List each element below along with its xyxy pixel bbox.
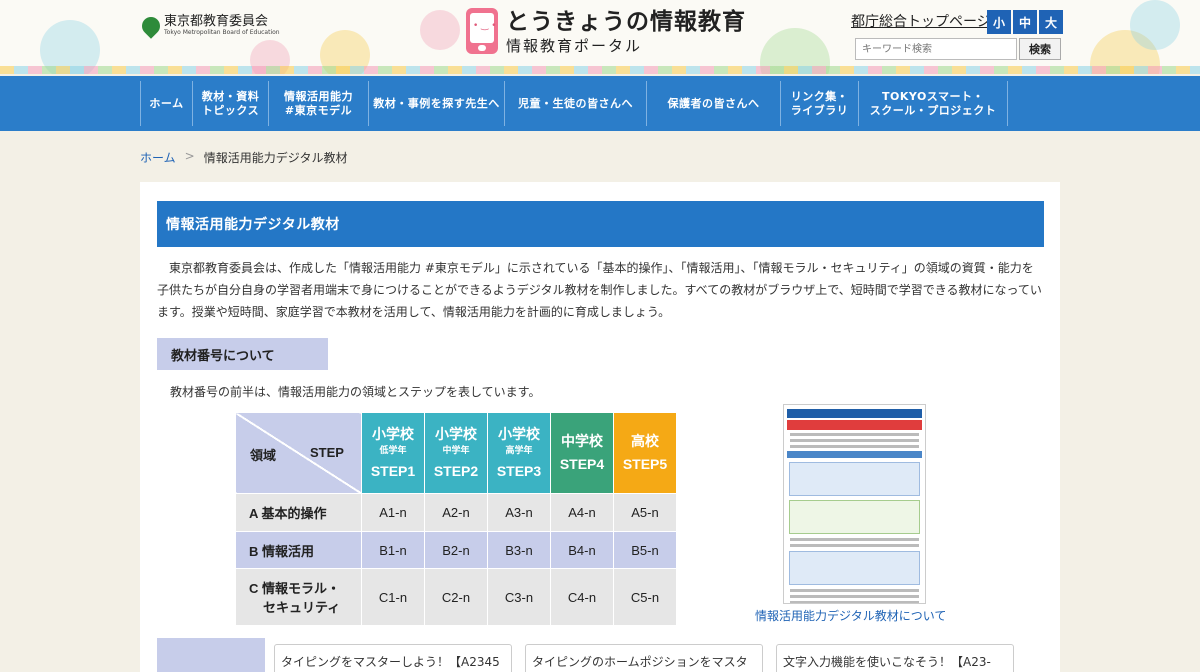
- step-grade: 中学年: [442, 445, 470, 455]
- main-content: 情報活用能力デジタル教材 東京都教育委員会は、作成した「情報活用能力 #東京モデ…: [140, 182, 1060, 672]
- step-school: 高校: [631, 433, 659, 449]
- board-name-en: Tokyo Metropolitan Board of Education: [164, 29, 280, 36]
- breadcrumb-separator: >: [184, 149, 195, 163]
- table-cell: C3-n: [487, 568, 551, 626]
- table-corner-cell: 領域 STEP: [235, 412, 362, 494]
- table-cell: C4-n: [550, 568, 614, 626]
- table-cell: B1-n: [361, 531, 425, 569]
- table-cell: A3-n: [487, 493, 551, 532]
- tokyo-emblem-icon: [138, 13, 164, 39]
- material-card-text-input[interactable]: 文字入力機能を使いこなそう！【A23-: [776, 644, 1014, 672]
- step-grade: 低学年: [379, 445, 407, 455]
- flyer-link[interactable]: 情報活用能力デジタル教材について: [755, 607, 946, 624]
- step-label: STEP3: [496, 463, 542, 479]
- table-cell: B2-n: [424, 531, 488, 569]
- nav-item-materials-topics[interactable]: 教材・資料 トピックス: [192, 81, 268, 126]
- site-logo[interactable]: • ‿ • とうきょうの情報教育 情報教育ポータル: [466, 8, 746, 56]
- font-size-medium-button[interactable]: 中: [1013, 10, 1037, 34]
- table-cell: A5-n: [613, 493, 677, 532]
- font-size-small-button[interactable]: 小: [987, 10, 1011, 34]
- step-table: 領域 STEP 小学校 低学年 STEP1 小学校 中学年 STEP2 小学校 …: [235, 412, 677, 626]
- page-title: 情報活用能力デジタル教材: [157, 201, 1044, 247]
- category-label-box: [157, 638, 265, 672]
- nav-item-tokyo-smart-school[interactable]: TOKYOスマート・ スクール・プロジェクト: [858, 81, 1008, 126]
- corner-step-label: STEP: [310, 445, 344, 460]
- section-heading: 教材番号について: [157, 338, 328, 370]
- nav-item-home[interactable]: ホーム: [140, 81, 192, 126]
- step-header-4: 中学校 STEP4: [550, 412, 614, 494]
- table-cell: A1-n: [361, 493, 425, 532]
- table-cell: A2-n: [424, 493, 488, 532]
- step-header-5: 高校 STEP5: [613, 412, 677, 494]
- step-header-1: 小学校 低学年 STEP1: [361, 412, 425, 494]
- table-cell: B5-n: [613, 531, 677, 569]
- material-card-home-position[interactable]: タイピングのホームポジションをマスタ: [525, 644, 763, 672]
- step-school: 小学校: [498, 426, 540, 442]
- global-nav: ホーム 教材・資料 トピックス 情報活用能力 #東京モデル 教材・事例を探す先生…: [0, 76, 1200, 131]
- step-school: 中学校: [561, 433, 603, 449]
- breadcrumb-home-link[interactable]: ホーム: [140, 149, 176, 166]
- site-title: とうきょうの情報教育: [506, 9, 746, 35]
- table-cell: C5-n: [613, 568, 677, 626]
- corner-domain-label: 領域: [250, 448, 277, 463]
- breadcrumb: ホーム > 情報活用能力デジタル教材: [140, 149, 347, 166]
- row-header-c: C 情報モラル・ セキュリティ: [235, 568, 362, 626]
- table-cell: A4-n: [550, 493, 614, 532]
- step-school: 小学校: [435, 426, 477, 442]
- nav-item-for-teachers[interactable]: 教材・事例を探す先生へ: [368, 81, 504, 126]
- nav-item-tokyo-model[interactable]: 情報活用能力 #東京モデル: [268, 81, 368, 126]
- step-label: STEP2: [433, 463, 479, 479]
- header-stripe: [0, 66, 1200, 74]
- font-size-large-button[interactable]: 大: [1039, 10, 1063, 34]
- step-grade: 高学年: [505, 445, 533, 455]
- section-text: 教材番号の前半は、情報活用能力の領域とステップを表しています。: [170, 385, 541, 399]
- flyer-thumbnail[interactable]: [783, 404, 926, 604]
- site-subtitle: 情報教育ポータル: [506, 37, 643, 55]
- step-label: STEP4: [559, 456, 605, 472]
- font-size-switcher: 小 中 大: [987, 10, 1063, 34]
- nav-item-links-library[interactable]: リンク集・ ライブラリ: [780, 81, 858, 126]
- table-cell: C2-n: [424, 568, 488, 626]
- step-school: 小学校: [372, 426, 414, 442]
- material-card-typing-master[interactable]: タイピングをマスターしよう！【A2345: [274, 644, 512, 672]
- table-cell: B4-n: [550, 531, 614, 569]
- nav-item-for-parents[interactable]: 保護者の皆さんへ: [646, 81, 780, 126]
- smartphone-mascot-icon: • ‿ •: [466, 8, 498, 54]
- nav-item-for-students[interactable]: 児童・生徒の皆さんへ: [504, 81, 646, 126]
- step-label: STEP1: [370, 463, 416, 479]
- row-header-a: A 基本的操作: [235, 493, 362, 532]
- search-input[interactable]: [855, 38, 1017, 60]
- intro-paragraph: 東京都教育委員会は、作成した「情報活用能力 #東京モデル」に示されている「基本的…: [157, 261, 1042, 319]
- row-header-b: B 情報活用: [235, 531, 362, 569]
- step-label: STEP5: [622, 456, 668, 472]
- step-header-2: 小学校 中学年 STEP2: [424, 412, 488, 494]
- site-header: 東京都教育委員会 Tokyo Metropolitan Board of Edu…: [0, 0, 1200, 74]
- table-cell: B3-n: [487, 531, 551, 569]
- search-button[interactable]: 検索: [1019, 38, 1061, 60]
- tocho-top-link[interactable]: 都庁総合トップページ: [851, 11, 991, 31]
- row-header-c-line1: C 情報モラル・: [249, 581, 341, 596]
- row-header-c-line2: セキュリティ: [263, 600, 341, 615]
- board-logo[interactable]: 東京都教育委員会 Tokyo Metropolitan Board of Edu…: [138, 13, 280, 39]
- step-header-3: 小学校 高学年 STEP3: [487, 412, 551, 494]
- board-name: 東京都教育委員会: [164, 14, 269, 29]
- breadcrumb-current: 情報活用能力デジタル教材: [203, 151, 348, 165]
- table-cell: C1-n: [361, 568, 425, 626]
